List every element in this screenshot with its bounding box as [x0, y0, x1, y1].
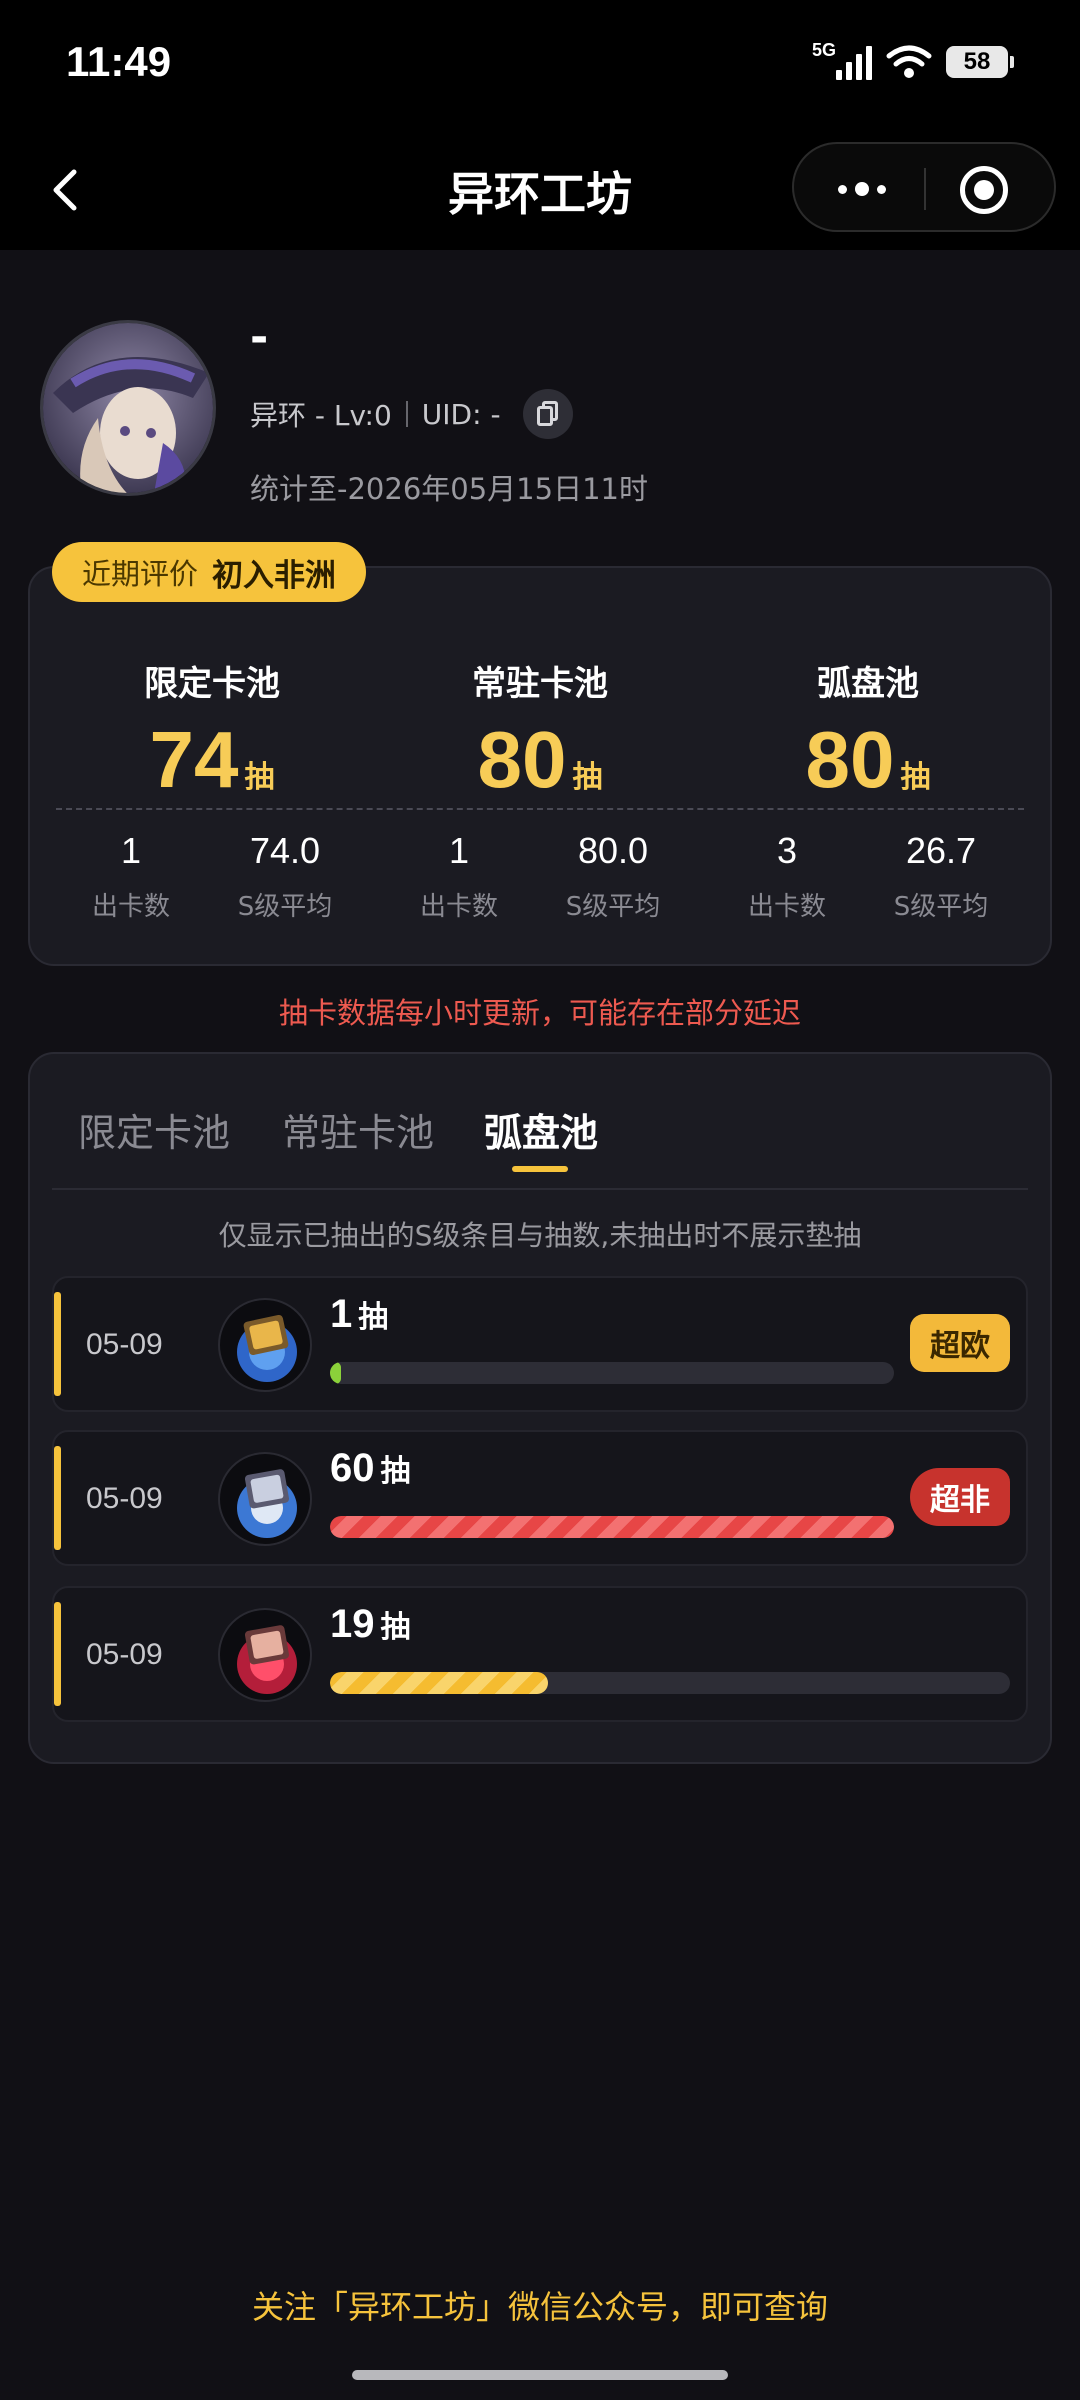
pool-pulls-unit: 抽: [244, 760, 275, 795]
home-indicator[interactable]: [352, 2370, 728, 2380]
battery-level: 58: [963, 48, 991, 75]
nav-bar: 异环工坊: [0, 128, 1080, 250]
stat-value: 80.0: [577, 830, 649, 871]
luck-badge: 超非: [910, 1468, 1010, 1526]
pull-progress-fill: [330, 1362, 342, 1384]
more-options-button[interactable]: [814, 162, 910, 216]
records-hint: 仅显示已抽出的S级条目与抽数,未抽出时不展示垫抽: [218, 1219, 862, 1252]
stat-label: S级平均: [237, 892, 333, 922]
record-pull-unit: 抽: [380, 1610, 411, 1645]
pool-pulls-value: 80: [477, 715, 567, 804]
capsule-divider: [924, 168, 926, 210]
record-row[interactable]: 05-09 19 抽: [52, 1586, 1028, 1722]
disc-item-icon: [218, 1608, 312, 1702]
network-type-label: 5G: [812, 40, 837, 60]
pool-pulls: 74 抽: [42, 715, 382, 823]
active-tab-indicator: [512, 1166, 568, 1172]
summary-divider: [56, 808, 1024, 810]
record-pull-value: 19: [330, 1602, 375, 1646]
pull-progress-fill: [330, 1516, 894, 1538]
record-date: 05-09: [86, 1638, 163, 1671]
stat-value: 26.7: [905, 830, 977, 871]
pool-pulls-unit: 抽: [900, 760, 931, 795]
status-icons: 5G 58: [812, 40, 1014, 84]
disc-item-icon: [218, 1298, 312, 1392]
pool-summary-standard: 常驻卡池 80 抽: [370, 656, 710, 823]
pull-progress-track: [330, 1362, 894, 1384]
footer-note: 关注「异环工坊」微信公众号，即可查询: [251, 2288, 828, 2326]
rating-badge: 近期评价 初入非洲: [52, 542, 367, 602]
stat-value: 1: [120, 830, 142, 871]
pull-progress-fill: [330, 1672, 548, 1694]
stat-avg-standard: 80.0 S级平均: [528, 830, 698, 923]
record-pull-value: 60: [330, 1446, 375, 1490]
tab-divider: [52, 1188, 1028, 1190]
status-bar: 11:49 5G 58: [0, 0, 1080, 128]
record-accent: [54, 1602, 61, 1706]
stat-avg-disc: 26.7 S级平均: [856, 830, 1026, 923]
pool-pulls: 80 抽: [698, 715, 1038, 823]
uid-label: UID: -: [421, 397, 501, 431]
update-notice: 抽卡数据每小时更新，可能存在部分延迟: [278, 996, 801, 1030]
stat-value: 3: [776, 830, 798, 871]
status-time: 11:49: [66, 38, 172, 85]
stat-label: S级平均: [565, 892, 661, 922]
pool-name: 常驻卡池: [472, 664, 608, 704]
pull-progress-track: [330, 1672, 1010, 1694]
record-pull-count: 19 抽: [330, 1602, 411, 1647]
meta-separator: [405, 401, 408, 427]
record-accent: [54, 1446, 61, 1550]
disc-item-icon: [218, 1452, 312, 1546]
stat-count-limited: 1 出卡数: [46, 830, 216, 923]
record-pull-value: 1: [330, 1292, 353, 1336]
close-mini-program-icon[interactable]: [960, 166, 1008, 214]
stat-value: 1: [448, 830, 470, 871]
pool-summary-disc: 弧盘池 80 抽: [698, 656, 1038, 823]
stat-label: 出卡数: [747, 892, 826, 922]
rating-label: 近期评价: [82, 557, 199, 591]
game-level: 异环 - Lv:0: [250, 399, 392, 432]
record-date: 05-09: [86, 1482, 163, 1515]
stat-value: 74.0: [249, 830, 321, 871]
pool-name: 限定卡池: [144, 664, 280, 704]
record-date: 05-09: [86, 1328, 163, 1361]
record-row[interactable]: 05-09 1抽 超欧: [52, 1276, 1028, 1412]
tab-standard-pool[interactable]: 常驻卡池: [282, 1102, 434, 1157]
pool-name: 弧盘池: [817, 664, 919, 704]
battery-icon: 58: [946, 46, 1014, 78]
stat-label: 出卡数: [419, 892, 498, 922]
pool-summary-limited: 限定卡池 74 抽: [42, 656, 382, 823]
record-pull-count: 60 抽: [330, 1446, 411, 1491]
stat-label: 出卡数: [91, 892, 170, 922]
pool-pulls: 80 抽: [370, 715, 710, 823]
copy-uid-button[interactable]: [522, 389, 573, 439]
mini-program-capsule: [792, 142, 1056, 232]
record-accent: [54, 1292, 61, 1396]
pool-pulls-value: 74: [149, 715, 239, 804]
cellular-signal-icon: 5G: [812, 40, 872, 80]
tab-limited-pool[interactable]: 限定卡池: [78, 1102, 230, 1157]
pool-pulls-unit: 抽: [572, 760, 603, 795]
rating-value: 初入非洲: [212, 557, 337, 594]
record-pull-count: 1抽: [330, 1292, 388, 1337]
copy-icon-front: [536, 406, 553, 426]
record-pull-unit: 抽: [358, 1300, 389, 1335]
stat-time: 统计至-2026年05月15日11时: [250, 472, 648, 506]
avatar: [40, 320, 216, 496]
stat-label: S级平均: [893, 892, 989, 922]
pool-pulls-value: 80: [805, 715, 895, 804]
stat-count-standard: 1 出卡数: [374, 830, 544, 923]
tab-disc-pool[interactable]: 弧盘池: [484, 1102, 598, 1157]
wifi-icon: [886, 45, 932, 78]
pull-progress-track: [330, 1516, 894, 1538]
profile-name: -: [250, 312, 269, 363]
record-row[interactable]: 05-09 60 抽 超非: [52, 1430, 1028, 1566]
profile-meta: 异环 - Lv:0 UID: -: [250, 389, 573, 439]
record-pull-unit: 抽: [380, 1454, 411, 1489]
luck-badge: 超欧: [910, 1314, 1010, 1372]
stat-avg-limited: 74.0 S级平均: [200, 830, 370, 923]
stat-count-disc: 3 出卡数: [702, 830, 872, 923]
